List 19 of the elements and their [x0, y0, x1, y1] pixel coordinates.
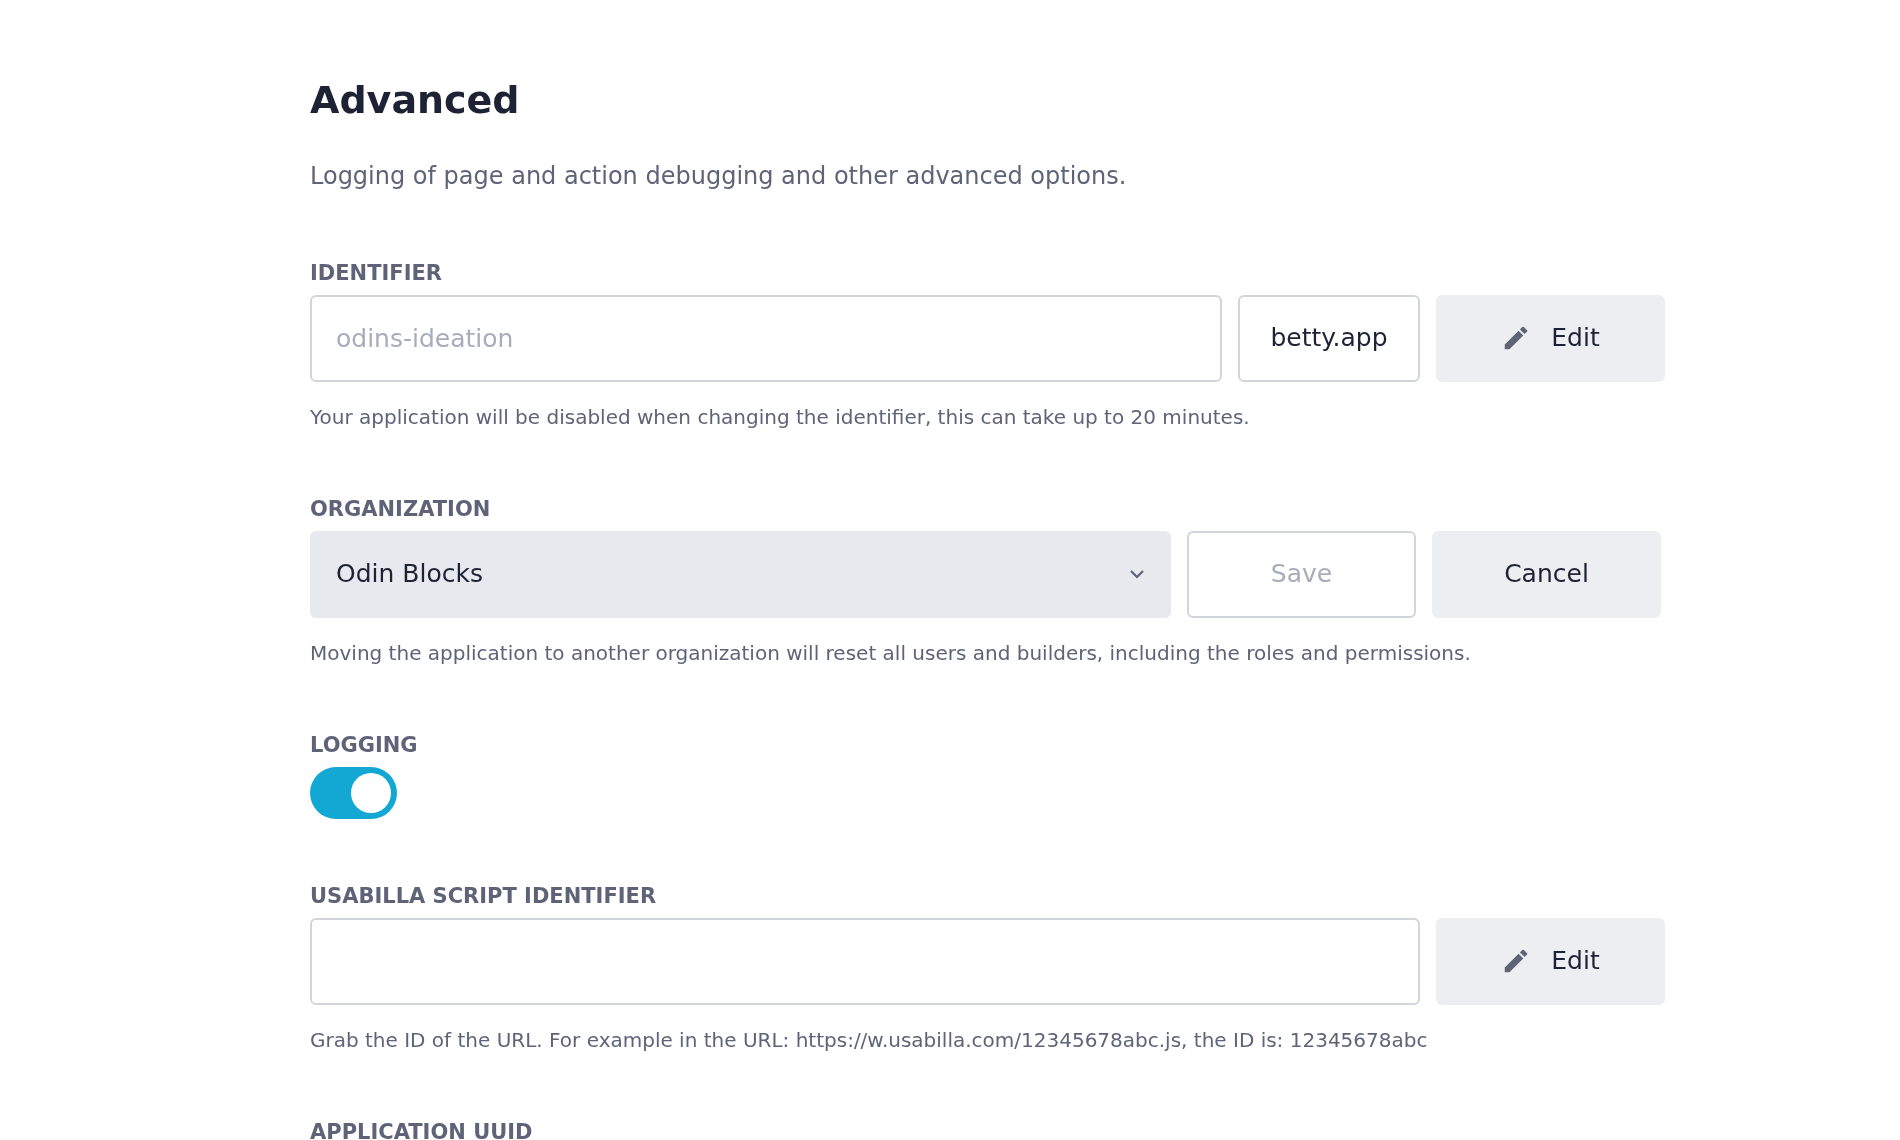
select-dropdown[interactable]: Odin Blocks [310, 530, 1171, 618]
field-label: APPLICATION UUID [310, 1118, 534, 1140]
field-label: USABILLA SCRIPT IDENTIFIER [310, 882, 658, 910]
field-label: LOGGING [310, 731, 419, 759]
field-label: IDENTIFIER [310, 259, 443, 287]
field-label: ORGANIZATION [310, 495, 492, 523]
chevron-down-icon [1129, 569, 1145, 580]
edit-button[interactable]: Edit [1436, 917, 1665, 1005]
domain-suffix: betty.app [1238, 294, 1420, 382]
page-description: Logging of page and action debugging and other advanced options. [310, 160, 1128, 192]
input-field[interactable] [310, 917, 1420, 1005]
edit-button[interactable]: Edit [1436, 294, 1665, 382]
page-title: Advanced [310, 78, 521, 124]
help-text: Your application will be disabled when changing the identifier, this can take up to 20 minutes. [310, 403, 1251, 431]
help-text: Moving the application to another organization will reset all users and builders, including the roles and permissions. [310, 639, 1472, 667]
toggle-switch[interactable] [310, 766, 397, 819]
help-text: Grab the ID of the URL. For example in the URL: https://w.usabilla.com/12345678abc.js, the ID is: 12345678abc [310, 1026, 1429, 1054]
action-button[interactable]: Cancel [1432, 530, 1661, 618]
input-field[interactable]: odins-ideation [310, 294, 1222, 382]
